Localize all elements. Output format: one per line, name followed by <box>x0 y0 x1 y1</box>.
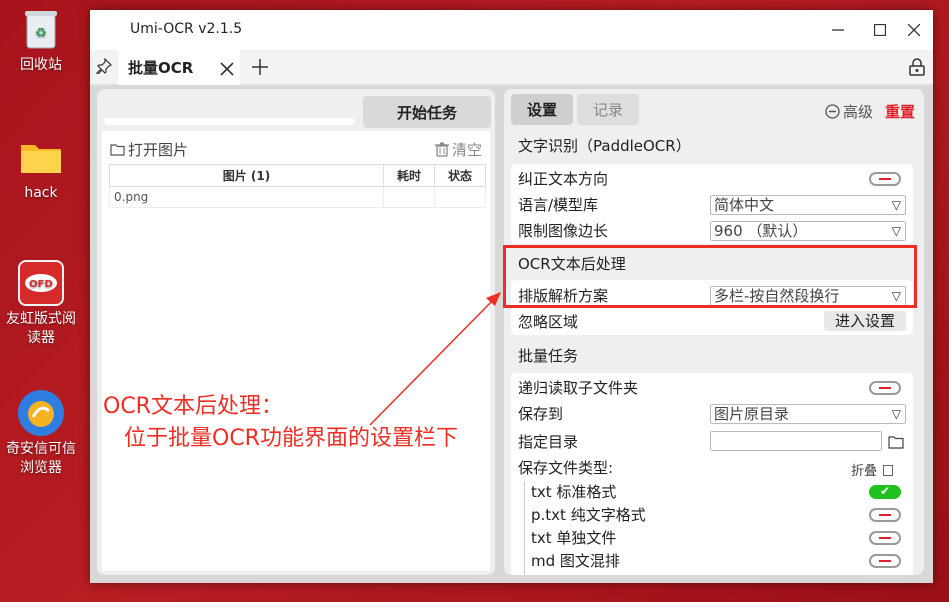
annotation-title: OCR文本后处理： <box>103 394 283 419</box>
annotation-arrow <box>369 292 501 426</box>
annotation-description: 位于批量OCR功能界面的设置栏下 <box>124 426 458 451</box>
